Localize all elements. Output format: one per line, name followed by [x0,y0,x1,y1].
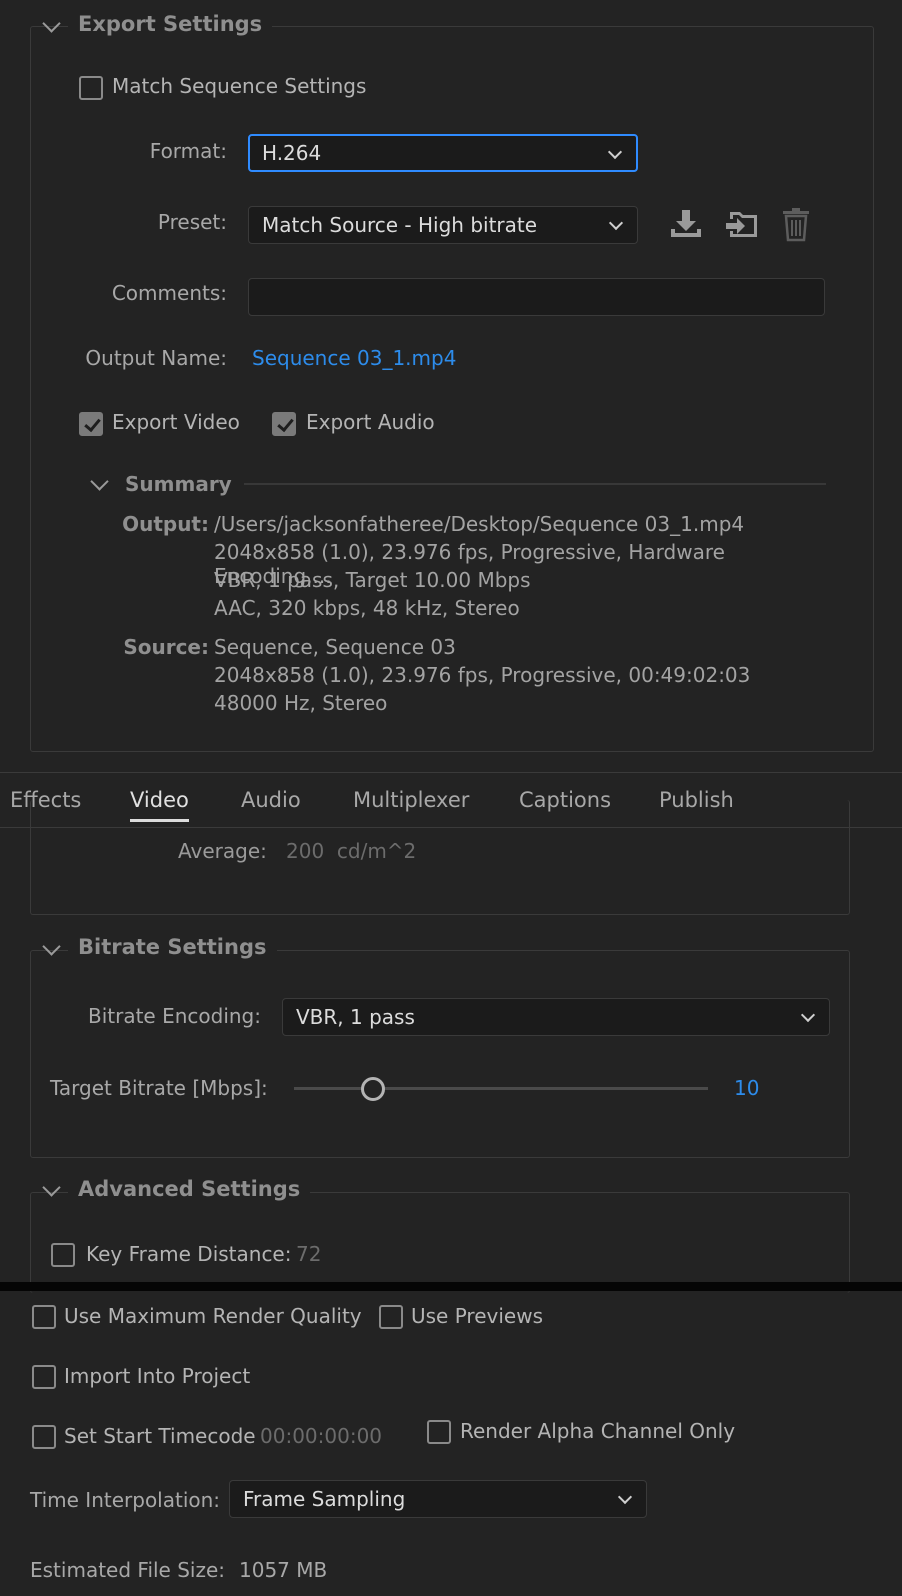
format-value: H.264 [262,141,322,165]
preset-label: Preset: [157,210,227,234]
export-settings-title: Export Settings [68,12,273,36]
comments-label: Comments: [111,281,227,305]
bitrate-encoding-dropdown[interactable]: VBR, 1 pass [282,998,830,1036]
key-frame-value: 72 [296,1242,322,1266]
format-dropdown[interactable]: H.264 [248,134,638,172]
max-render-quality-checkbox[interactable] [32,1305,56,1329]
max-render-quality-label: Use Maximum Render Quality [64,1304,362,1328]
bitrate-settings-panel [30,950,850,1158]
import-into-project-checkbox[interactable] [32,1365,56,1389]
use-previews-label: Use Previews [411,1304,543,1328]
chevron-down-icon [617,1489,633,1505]
delete-preset-icon[interactable] [780,206,812,242]
match-sequence-checkbox[interactable] [79,76,103,100]
render-alpha-checkbox[interactable] [427,1420,451,1444]
target-bitrate-value[interactable]: 10 [734,1076,759,1100]
estimated-file-size-label: Estimated File Size: [30,1558,226,1582]
key-frame-label: Key Frame Distance: [86,1242,292,1266]
set-start-timecode-label: Set Start Timecode [64,1424,256,1448]
export-audio-checkbox[interactable] [272,412,296,436]
comments-field[interactable] [248,278,825,316]
export-audio-label: Export Audio [306,410,435,434]
summary-output-line: VBR, 1 pass, Target 10.00 Mbps [214,568,531,592]
estimated-file-size-value: 1057 MB [239,1558,328,1582]
summary-output-line: AAC, 320 kbps, 48 kHz, Stereo [214,596,520,620]
import-into-project-label: Import Into Project [64,1364,251,1388]
average-label: Average: [178,839,267,863]
export-video-checkbox[interactable] [79,412,103,436]
time-interpolation-value: Frame Sampling [243,1487,406,1511]
summary-source-line: Sequence, Sequence 03 [214,635,456,659]
time-interpolation-label: Time Interpolation: [30,1488,221,1512]
summary-output-line: /Users/jacksonfatheree/Desktop/Sequence … [214,512,745,536]
set-start-timecode-checkbox[interactable] [32,1425,56,1449]
start-timecode-value[interactable]: 00:00:00:00 [260,1424,382,1448]
bitrate-settings-title: Bitrate Settings [68,935,277,959]
chevron-down-icon [608,215,624,231]
render-alpha-label: Render Alpha Channel Only [460,1419,736,1443]
summary-divider [244,483,826,485]
summary-title: Summary [125,472,232,496]
match-sequence-label: Match Sequence Settings [112,74,367,98]
panel-divider [0,1282,902,1291]
time-interpolation-dropdown[interactable]: Frame Sampling [229,1480,647,1518]
bitrate-encoding-label: Bitrate Encoding: [87,1004,261,1028]
summary-output-label: Output: [122,512,209,536]
advanced-settings-title: Advanced Settings [68,1177,311,1201]
save-preset-icon[interactable] [668,208,704,240]
output-name-label: Output Name: [85,346,227,370]
average-value: 200 cd/m^2 [286,839,417,863]
summary-source-line: 48000 Hz, Stereo [214,691,388,715]
output-name-link[interactable]: Sequence 03_1.mp4 [252,346,456,370]
target-bitrate-slider[interactable] [294,1077,708,1101]
key-frame-checkbox[interactable] [51,1243,75,1267]
preset-value: Match Source - High bitrate [262,213,538,237]
summary-source-line: 2048x858 (1.0), 23.976 fps, Progressive,… [214,663,751,687]
use-previews-checkbox[interactable] [379,1305,403,1329]
target-bitrate-label: Target Bitrate [Mbps]: [50,1076,268,1100]
summary-source-label: Source: [123,635,209,659]
slider-thumb[interactable] [360,1077,385,1101]
bitrate-encoding-value: VBR, 1 pass [296,1005,415,1029]
format-label: Format: [149,139,227,163]
chevron-down-icon [607,144,623,160]
preset-dropdown[interactable]: Match Source - High bitrate [248,206,638,244]
hdr-panel [30,800,850,915]
chevron-down-icon [800,1007,816,1023]
import-preset-icon[interactable] [724,208,760,240]
export-video-label: Export Video [112,410,240,434]
